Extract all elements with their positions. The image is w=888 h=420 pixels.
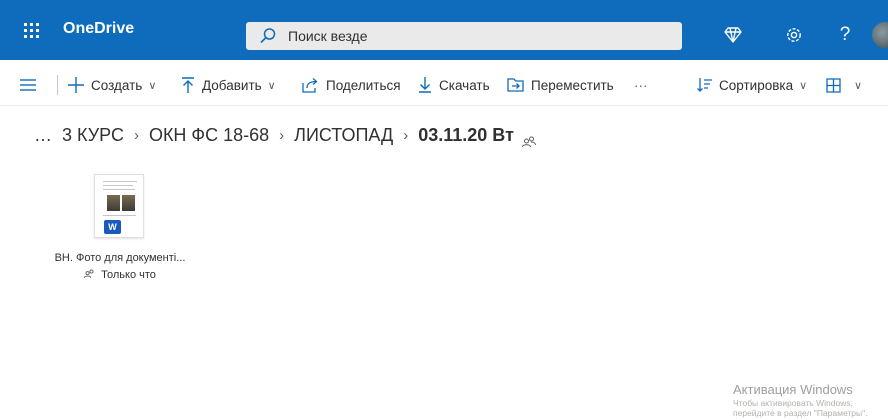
help-icon[interactable]: ? [832,22,858,48]
shared-people-icon [84,269,98,281]
share-button[interactable]: Поделиться [302,75,401,95]
sort-button[interactable]: Сортировка ∨ [697,75,807,95]
search-input[interactable]: Поиск везде [288,27,368,45]
move-label: Переместить [531,77,614,93]
breadcrumb-separator: › [403,126,409,144]
avatar[interactable] [872,22,888,48]
shared-people-icon [521,131,536,152]
thumbnail-text-line [103,215,136,216]
upload-icon [181,77,195,93]
diamond-icon[interactable] [720,22,746,48]
divider [57,75,58,95]
upload-label: Добавить [202,77,262,93]
chevron-down-icon: ∨ [148,79,157,92]
chevron-down-icon: ∨ [854,79,863,92]
file-name[interactable]: ВН. Фото для документі... [48,252,192,264]
file-meta: Только что [48,269,192,281]
thumbnail-text-line [103,185,133,186]
create-label: Создать [91,77,143,93]
breadcrumb-separator: › [133,126,139,144]
breadcrumb-item[interactable]: 3 КУРС [62,125,124,146]
view-options-button[interactable]: ∨ [826,75,862,95]
download-icon [418,77,432,93]
breadcrumb-current: 03.11.20 Вт [418,124,514,145]
create-button[interactable]: Создать ∨ [68,75,156,95]
thumbnail-photo [107,195,120,211]
more-commands-button[interactable]: ··· [634,75,648,95]
breadcrumb: … 3 КУРС › ОКН ФС 18-68 › ЛИСТОПАД › 03.… [34,120,536,150]
move-button[interactable]: Переместить [507,75,614,95]
search-box[interactable]: Поиск везде [246,22,682,50]
search-icon [259,27,277,45]
upload-button[interactable]: Добавить ∨ [181,75,276,95]
top-header: OneDrive Поиск везде ? [0,0,888,60]
app-brand[interactable]: OneDrive [63,18,134,40]
nav-toggle-icon[interactable] [20,75,36,95]
download-button[interactable]: Скачать [418,75,490,95]
sort-label: Сортировка [719,77,794,93]
share-icon [302,77,319,93]
plus-icon [68,77,84,93]
breadcrumb-separator: › [279,126,285,144]
chevron-down-icon: ∨ [267,79,276,92]
word-icon: W [104,220,121,234]
gear-icon[interactable] [781,22,807,48]
thumbnail-text-line [103,189,135,190]
move-icon [507,78,524,92]
breadcrumb-item[interactable]: ОКН ФС 18-68 [149,125,269,146]
waffle-icon[interactable] [18,20,46,42]
breadcrumb-item[interactable]: ЛИСТОПАД [294,125,393,146]
file-modified: Только что [101,269,156,281]
share-label: Поделиться [326,77,401,93]
activation-watermark-text: Чтобы активировать Windows, перейдите в … [733,398,868,418]
breadcrumb-overflow[interactable]: … [34,125,52,146]
activation-watermark-title: Активация Windows [733,382,853,397]
sort-icon [697,78,712,92]
thumbnail-text-line [103,181,137,182]
grid-view-icon [826,77,841,93]
command-bar: Создать ∨ Добавить ∨ Поделиться Скачать … [0,62,888,106]
file-tile[interactable]: W ВН. Фото для документі... Только что [48,170,192,290]
chevron-down-icon: ∨ [799,79,808,92]
download-label: Скачать [439,77,490,93]
thumbnail-photo [122,195,135,211]
